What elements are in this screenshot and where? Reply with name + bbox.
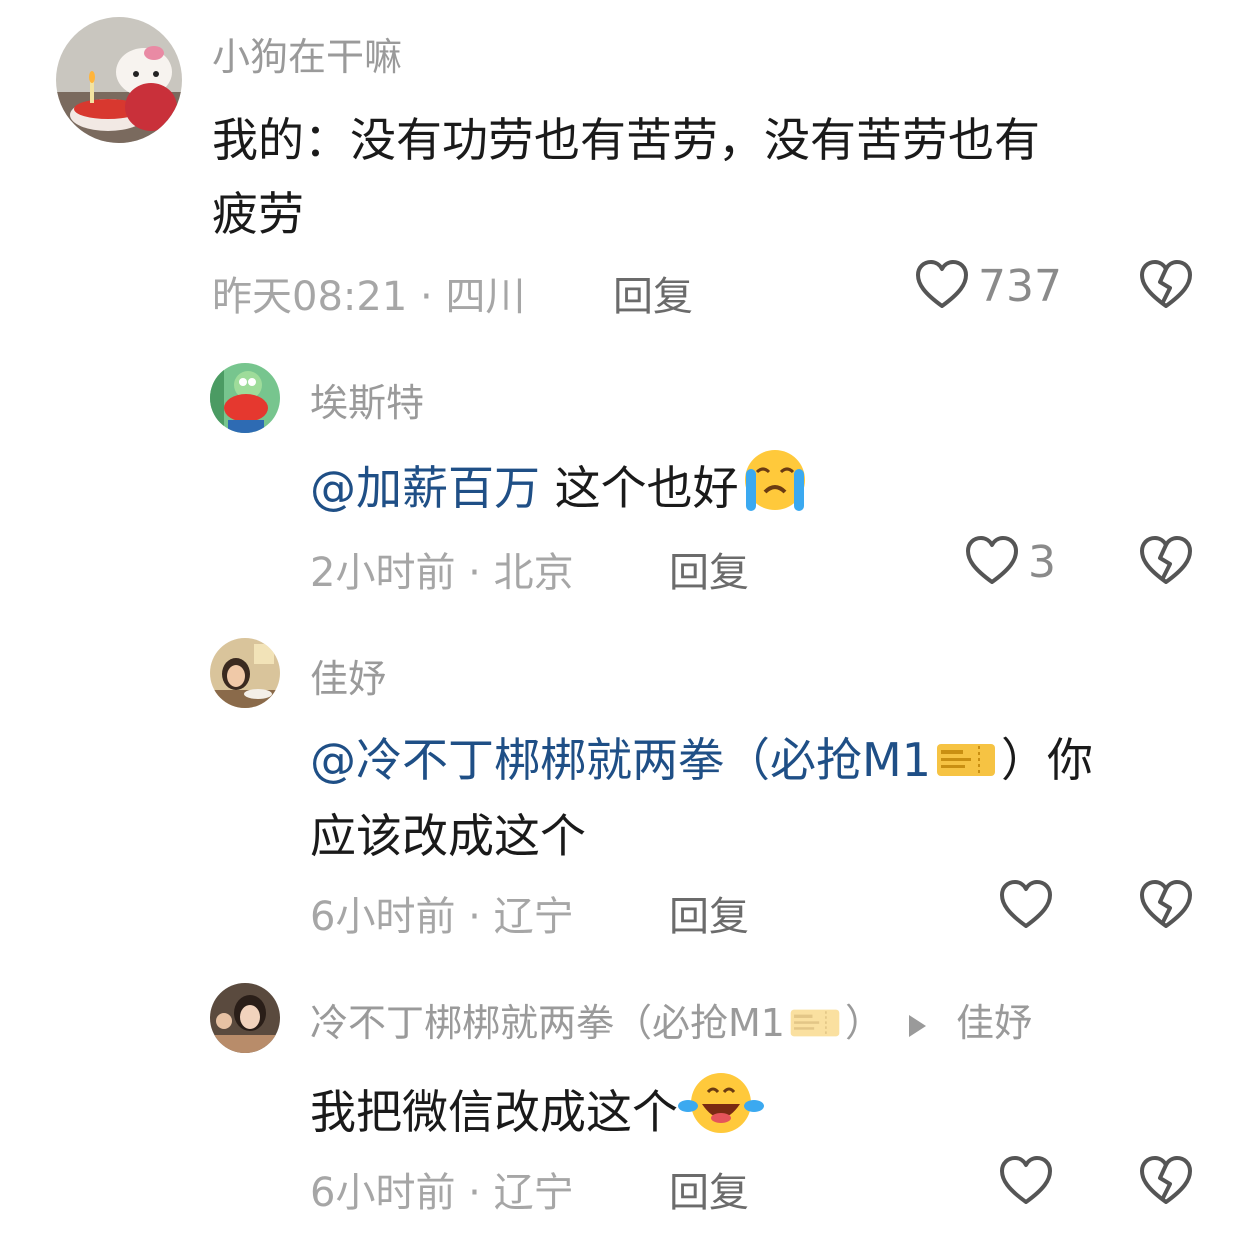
heart-icon <box>916 260 968 308</box>
reply-button[interactable]: 回复 <box>669 540 749 598</box>
separator: · <box>455 550 494 596</box>
broken-heart-icon <box>1140 880 1192 928</box>
broken-heart-icon <box>1140 260 1192 308</box>
ticket-emoji <box>789 1005 841 1049</box>
avatar[interactable] <box>210 638 280 708</box>
avatar-image <box>210 363 280 433</box>
avatar-image <box>210 983 280 1053</box>
comment-meta: 6小时前 · 辽宁 <box>310 884 574 942</box>
avatar[interactable] <box>210 363 280 433</box>
username[interactable]: 小狗在干嘛 <box>212 26 402 81</box>
username[interactable]: 佳妤 <box>310 648 386 703</box>
avatar-image <box>56 17 182 143</box>
reply-button[interactable]: 回复 <box>613 264 693 322</box>
separator: · <box>407 274 446 320</box>
like-button[interactable] <box>998 878 1054 934</box>
username-line: 冷不丁梆梆就两拳（必抢M1 ） 佳妤 <box>310 992 1032 1049</box>
comment-meta: 昨天08:21 · 四川 <box>212 264 525 322</box>
avatar-image <box>210 638 280 708</box>
dislike-button[interactable] <box>1138 534 1194 594</box>
username-end: ） <box>844 1001 883 1045</box>
comment-text-line-2: 疲劳 <box>212 187 304 241</box>
comment-text-line-1: @冷不丁梆梆就两拳（必抢M1 ）你 <box>310 724 1093 791</box>
separator: · <box>455 894 494 940</box>
dislike-button[interactable] <box>1138 1154 1194 1214</box>
heart-icon <box>1000 880 1052 928</box>
mention-link[interactable]: @加薪百万 <box>310 461 540 515</box>
timestamp: 2小时前 <box>310 550 456 596</box>
like-count: 737 <box>978 260 1062 312</box>
broken-heart-icon <box>1140 536 1192 584</box>
location: 辽宁 <box>493 894 574 940</box>
dislike-button[interactable] <box>1138 258 1194 318</box>
comment-text-line-2: 应该改成这个 <box>310 809 586 863</box>
comment-text-body: 我把微信改成这个 <box>310 1085 678 1139</box>
laughing-crying-emoji <box>678 1070 764 1147</box>
comment-text-line-1: 我的：没有功劳也有苦劳，没有苦劳也有 <box>212 113 1040 167</box>
separator: · <box>455 1170 494 1216</box>
username[interactable]: 埃斯特 <box>310 372 424 427</box>
comment-meta: 6小时前 · 辽宁 <box>310 1160 574 1218</box>
heart-icon <box>966 536 1018 584</box>
location: 四川 <box>445 274 526 320</box>
like-button[interactable]: 737 <box>914 258 1062 314</box>
timestamp: 昨天08:21 <box>212 274 408 320</box>
avatar[interactable] <box>210 983 280 1053</box>
username[interactable]: 冷不丁梆梆就两拳（必抢M1 <box>310 1001 785 1045</box>
reply-to-username[interactable]: 佳妤 <box>956 1001 1032 1045</box>
comment-text: 我把微信改成这个 <box>310 1070 764 1147</box>
like-button[interactable] <box>998 1154 1054 1210</box>
comment-text-body: ）你 <box>1000 733 1093 787</box>
timestamp: 6小时前 <box>310 1170 456 1216</box>
avatar[interactable] <box>56 17 182 143</box>
broken-heart-icon <box>1140 1156 1192 1204</box>
mention-link[interactable]: @冷不丁梆梆就两拳（必抢M1 <box>310 733 1001 787</box>
reply-button[interactable]: 回复 <box>669 884 749 942</box>
heart-icon <box>1000 1156 1052 1204</box>
mention-text: @冷不丁梆梆就两拳（必抢M1 <box>310 733 931 787</box>
comment-meta: 2小时前 · 北京 <box>310 540 574 598</box>
location: 辽宁 <box>493 1170 574 1216</box>
like-button[interactable]: 3 <box>964 534 1056 590</box>
location: 北京 <box>493 550 574 596</box>
timestamp: 6小时前 <box>310 894 456 940</box>
ticket-emoji <box>935 737 997 791</box>
comment-text: @加薪百万 这个也好 <box>310 446 811 523</box>
dislike-button[interactable] <box>1138 878 1194 938</box>
comment-text-body: 这个也好 <box>540 461 739 515</box>
reply-button[interactable]: 回复 <box>669 1160 749 1218</box>
crying-face-emoji <box>739 446 811 523</box>
triangle-right-icon <box>908 1014 926 1037</box>
like-count: 3 <box>1028 536 1056 588</box>
